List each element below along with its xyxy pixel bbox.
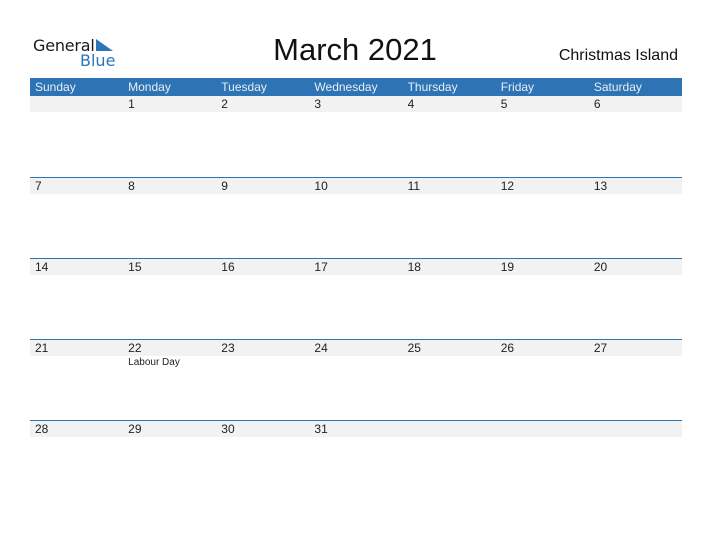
day-number: 14 [35, 260, 49, 274]
week-row: 28 29 30 31 [30, 420, 682, 501]
day-number: 23 [221, 341, 235, 355]
day-number: 5 [500, 97, 508, 111]
day-number: 20 [593, 260, 608, 274]
holiday-label [216, 356, 309, 370]
day-number: 3 [314, 97, 322, 111]
day-number-row: 1 2 3 4 5 6 [30, 96, 682, 112]
day-number: 29 [128, 422, 142, 436]
weekday-tuesday: Tuesday [221, 80, 267, 94]
holiday-label: Labour Day [128, 357, 180, 368]
weeks-container: 1 2 3 4 5 6 7 8 9 10 11 12 13 14 15 16 17 18 19 20 21 22 23 24 2… [30, 96, 682, 501]
day-number: 2 [221, 97, 228, 111]
day-number: 7 [35, 179, 42, 193]
day-number: 30 [221, 422, 235, 436]
day-number: 17 [314, 260, 328, 274]
day-number-row: 28 29 30 31 [30, 421, 682, 437]
holiday-label [30, 356, 123, 370]
day-number-row: 7 8 9 10 11 12 13 [30, 178, 682, 194]
day-number: 31 [314, 422, 328, 436]
weekday-friday: Friday [500, 80, 535, 94]
day-number: 16 [221, 260, 235, 274]
day-number [403, 421, 496, 437]
country-label: Christmas Island [558, 47, 678, 64]
day-number: 27 [593, 341, 608, 355]
week-row: 1 2 3 4 5 6 [30, 96, 682, 177]
day-number-row: 21 22 23 24 25 26 27 [30, 340, 682, 356]
week-row: 7 8 9 10 11 12 13 [30, 177, 682, 258]
day-number: 25 [407, 341, 421, 355]
event-row: Labour Day [30, 356, 682, 370]
day-number: 6 [593, 97, 601, 111]
day-number: 21 [35, 341, 49, 355]
day-number: 12 [500, 179, 515, 193]
day-number: 22 [128, 341, 142, 355]
holiday-label [403, 356, 496, 370]
weekday-monday: Monday [128, 80, 171, 94]
month-year: March 2021 [273, 32, 437, 67]
day-number: 15 [128, 260, 142, 274]
day-number [496, 421, 589, 437]
weekday-wednesday: Wednesday [314, 80, 378, 94]
day-number: 18 [407, 260, 421, 274]
weekday-thursday: Thursday [407, 80, 458, 94]
day-number: 24 [314, 341, 328, 355]
weekday-saturday: Saturday [593, 80, 642, 94]
day-number [30, 96, 123, 112]
calendar-grid: Sunday Monday Tuesday Wednesday Thursday… [30, 78, 682, 501]
day-number [589, 421, 682, 437]
holiday-label [589, 356, 682, 370]
day-number: 26 [500, 341, 515, 355]
day-number: 4 [407, 97, 415, 111]
day-number: 28 [35, 422, 49, 436]
weekday-sunday: Sunday [35, 80, 76, 94]
day-number-row: 14 15 16 17 18 19 20 [30, 259, 682, 275]
day-number: 1 [128, 97, 135, 111]
day-number: 13 [593, 179, 608, 193]
weekday-header: Sunday Monday Tuesday Wednesday Thursday… [30, 78, 682, 96]
holiday-label [309, 356, 402, 370]
week-row: 21 22 23 24 25 26 27 Labour Day [30, 339, 682, 420]
day-number: 19 [500, 260, 515, 274]
day-number: 10 [314, 179, 328, 193]
day-number: 11 [407, 179, 421, 193]
week-row: 14 15 16 17 18 19 20 [30, 258, 682, 339]
day-number: 8 [128, 179, 135, 193]
day-number: 9 [221, 179, 228, 193]
holiday-label [496, 356, 589, 370]
